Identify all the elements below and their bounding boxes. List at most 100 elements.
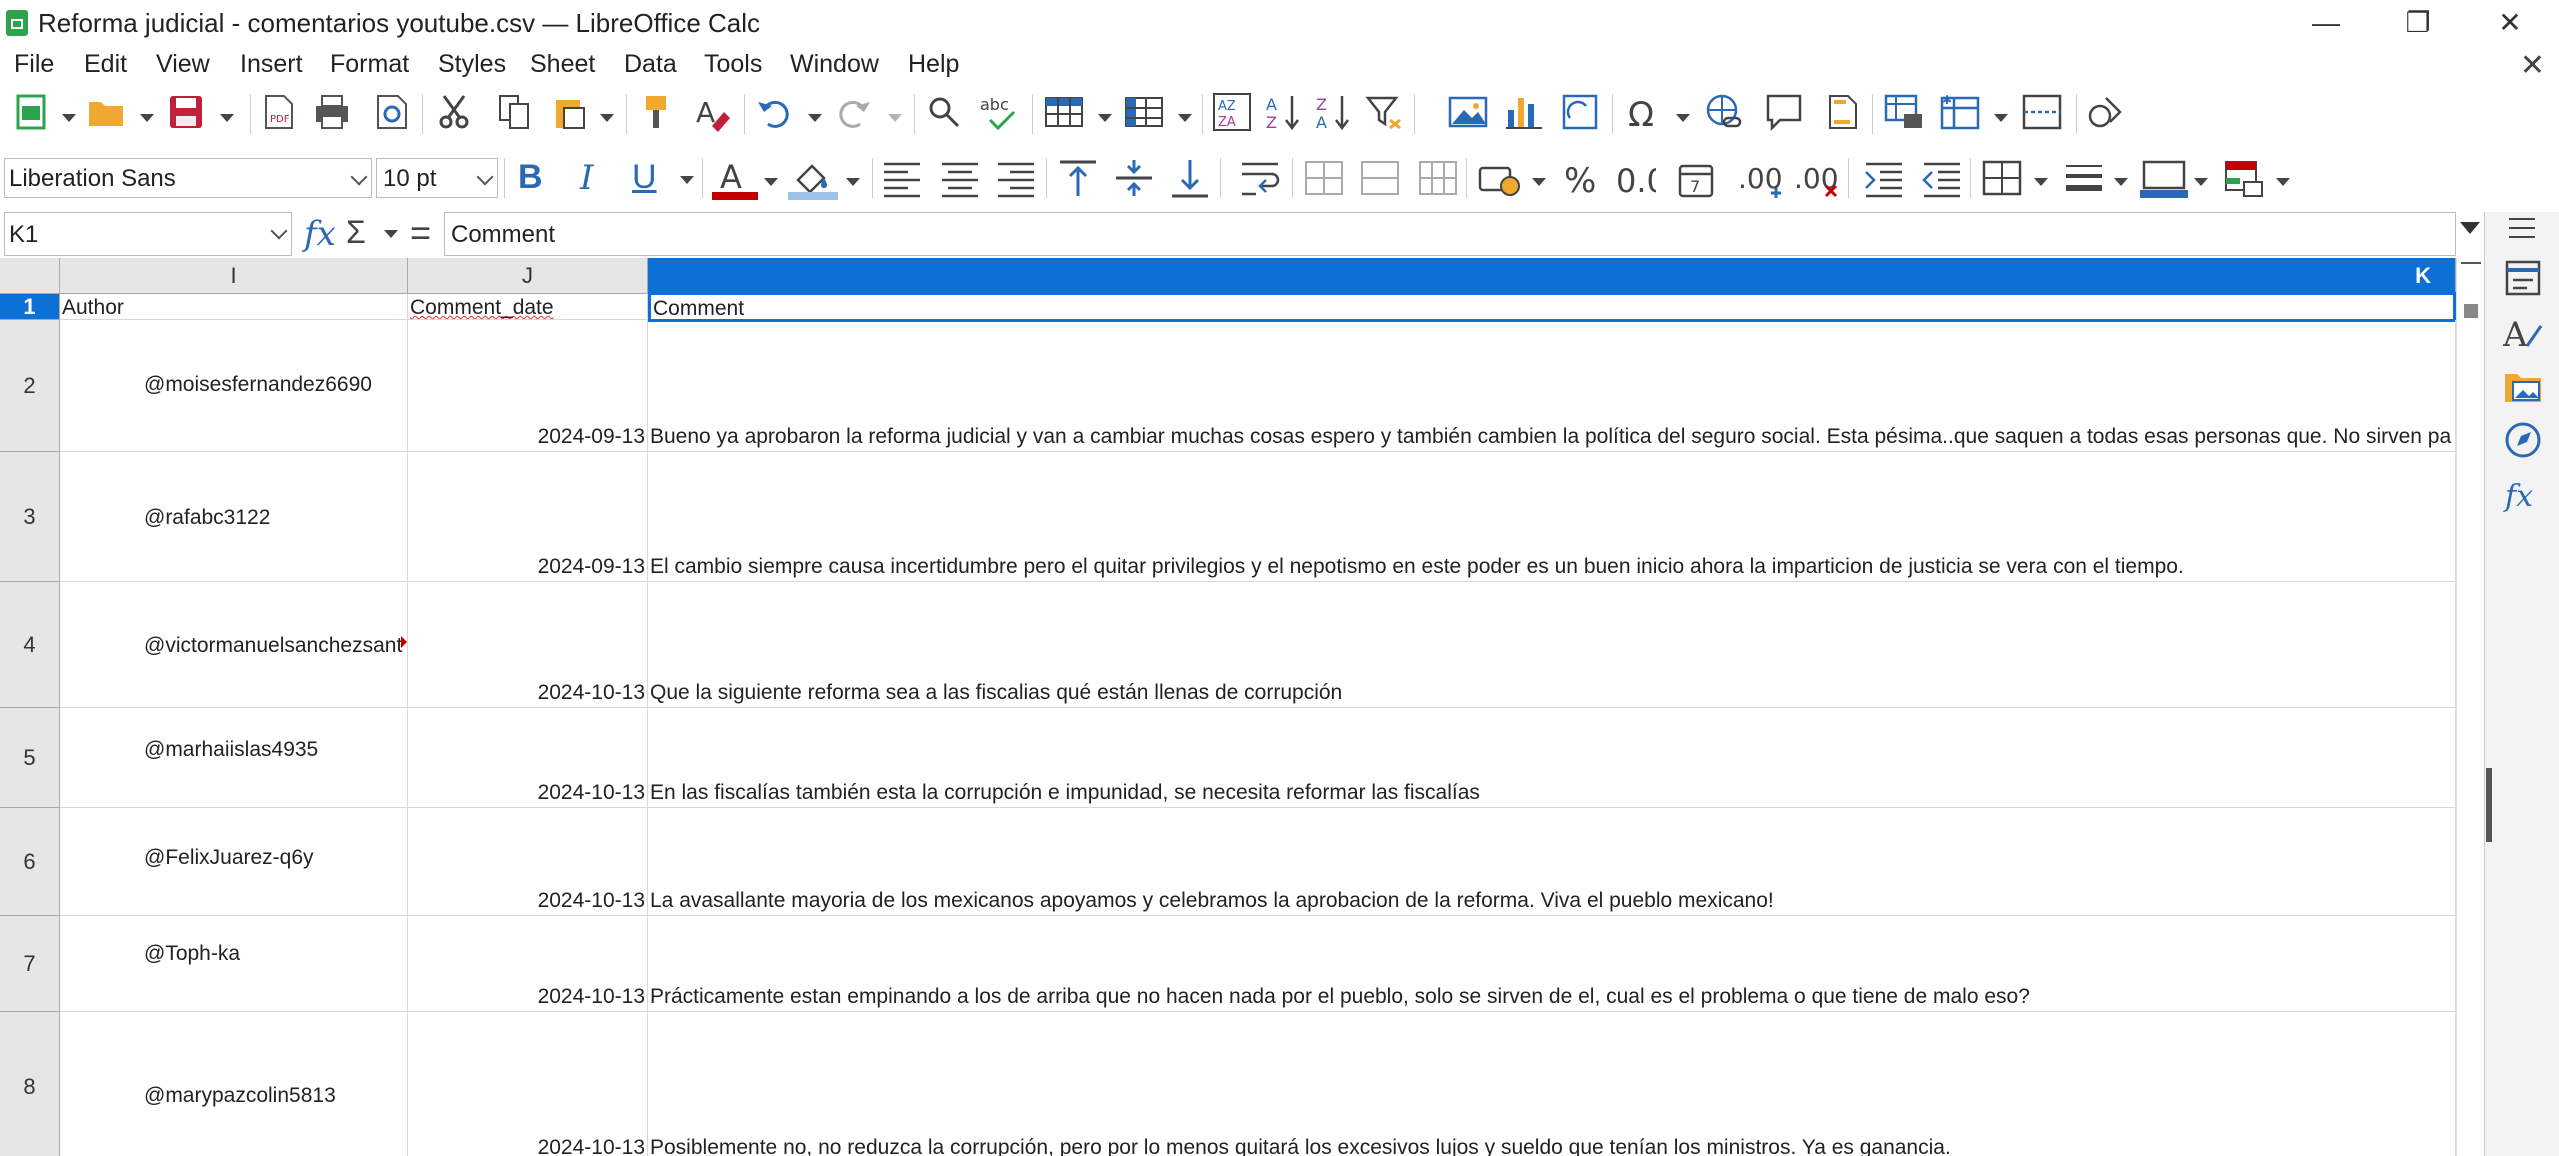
print-preview-icon[interactable] (372, 92, 412, 132)
row-header-6[interactable]: 6 (0, 808, 60, 916)
cell-i8[interactable]: @marypazcolin5813 (60, 1012, 408, 1156)
expand-formula-bar-icon[interactable] (2460, 222, 2480, 234)
row-icon[interactable] (1044, 92, 1084, 132)
menu-styles[interactable]: Styles (438, 50, 506, 79)
align-left-icon[interactable] (882, 158, 922, 198)
cell-i5[interactable]: @marhaiislas4935 (60, 708, 408, 808)
row-header-2[interactable]: 2 (0, 320, 60, 452)
column-icon[interactable] (1124, 92, 1164, 132)
currency-dropdown-icon[interactable] (1532, 178, 1546, 186)
merge-center-icon[interactable] (1304, 158, 1344, 198)
insert-chart-icon[interactable] (1504, 92, 1544, 132)
find-replace-icon[interactable] (924, 92, 964, 132)
undo-dropdown-icon[interactable] (808, 114, 822, 122)
cell-i1[interactable]: Author (60, 294, 408, 320)
conditional-format-icon[interactable] (2224, 158, 2264, 198)
align-bottom-icon[interactable] (1170, 158, 1210, 198)
sum-icon[interactable]: Σ (346, 214, 366, 251)
freeze-dropdown-icon[interactable] (1994, 114, 2008, 122)
autofilter-icon[interactable] (1364, 92, 1404, 132)
gallery-icon[interactable] (2503, 366, 2543, 406)
bold-button[interactable]: B (518, 158, 543, 197)
cell-j1[interactable]: Comment_date (408, 294, 648, 320)
open-folder-icon[interactable] (86, 92, 126, 132)
name-box[interactable]: K1 (4, 212, 292, 256)
menu-edit[interactable]: Edit (84, 50, 127, 79)
menu-window[interactable]: Window (790, 50, 879, 79)
delete-decimal-place-icon[interactable]: .00 (1794, 158, 1842, 198)
special-character-icon[interactable]: Ω (1626, 92, 1666, 132)
open-dropdown-icon[interactable] (140, 114, 154, 122)
decrease-indent-icon[interactable] (1922, 158, 1962, 198)
cell-k4[interactable]: Que la siguiente reforma sea a las fisca… (648, 582, 2456, 708)
borders-icon[interactable] (1982, 158, 2022, 198)
border-style-dropdown-icon[interactable] (2114, 178, 2128, 186)
sum-dropdown-icon[interactable] (384, 230, 398, 238)
menu-format[interactable]: Format (330, 50, 409, 79)
column-dropdown-icon[interactable] (1178, 114, 1192, 122)
close-document-icon[interactable]: ✕ (2520, 48, 2545, 83)
export-pdf-icon[interactable]: PDF (258, 92, 298, 132)
maximize-button[interactable]: ❐ (2388, 4, 2448, 42)
cell-i6[interactable]: @FelixJuarez-q6y (60, 808, 408, 916)
new-dropdown-icon[interactable] (62, 114, 76, 122)
cell-k2[interactable]: Bueno ya aprobaron la reforma judicial y… (648, 320, 2456, 452)
cell-i3[interactable]: @rafabc3122 (60, 452, 408, 582)
cell-k8[interactable]: Posiblemente no, no reduzca la corrupció… (648, 1012, 2456, 1156)
borders-dropdown-icon[interactable] (2034, 178, 2048, 186)
function-wizard-icon[interactable]: fx (304, 214, 336, 254)
cell-i4[interactable]: @victormanuelsanchezsant (60, 582, 408, 708)
sidebar-menu-icon[interactable] (2509, 218, 2535, 238)
sort-icon[interactable]: AZZA (1212, 92, 1252, 132)
increase-indent-icon[interactable] (1864, 158, 1904, 198)
insert-image-icon[interactable] (1448, 92, 1488, 132)
row-dropdown-icon[interactable] (1098, 114, 1112, 122)
highlight-dropdown-icon[interactable] (846, 178, 860, 186)
copy-icon[interactable] (494, 92, 534, 132)
split-window-icon[interactable] (2022, 92, 2062, 132)
save-icon[interactable] (166, 92, 206, 132)
spelling-icon[interactable]: abc (980, 92, 1020, 132)
vertical-scrollbar[interactable] (2456, 258, 2485, 1156)
navigator-icon[interactable] (2503, 420, 2543, 460)
undo-icon[interactable] (754, 92, 794, 132)
cell-k3[interactable]: El cambio siempre causa incertidumbre pe… (648, 452, 2456, 582)
freeze-rows-columns-icon[interactable]: ✱ (1940, 92, 1980, 132)
cut-icon[interactable] (434, 92, 474, 132)
clone-formatting-icon[interactable] (636, 92, 676, 132)
row-header-3[interactable]: 3 (0, 452, 60, 582)
new-document-icon[interactable] (12, 92, 52, 132)
cell-j5[interactable]: 2024-10-13 (408, 708, 648, 808)
cell-j8[interactable]: 2024-10-13 (408, 1012, 648, 1156)
date-format-icon[interactable]: 7 (1676, 158, 1716, 198)
styles-icon[interactable]: A (2503, 312, 2543, 352)
font-color-icon[interactable]: A (712, 156, 758, 202)
print-icon[interactable] (312, 92, 352, 132)
wrap-text-icon[interactable] (1240, 158, 1280, 198)
row-header-7[interactable]: 7 (0, 916, 60, 1012)
show-draw-functions-icon[interactable] (2086, 92, 2126, 132)
cell-j3[interactable]: 2024-09-13 (408, 452, 648, 582)
percent-format-icon[interactable]: % (1562, 158, 1602, 198)
special-character-dropdown-icon[interactable] (1676, 114, 1690, 122)
minimize-button[interactable]: — (2296, 4, 2356, 42)
cell-k7[interactable]: Prácticamente estan empinando a los de a… (648, 916, 2456, 1012)
border-color-icon[interactable] (2140, 158, 2188, 198)
align-right-icon[interactable] (996, 158, 1036, 198)
highlighting-color-icon[interactable] (788, 156, 838, 202)
row-header-8[interactable]: 8 (0, 1012, 60, 1156)
menu-tools[interactable]: Tools (704, 50, 762, 79)
scrollbar-thumb[interactable] (2464, 304, 2478, 318)
column-header-i[interactable]: I (60, 258, 408, 294)
functions-icon[interactable]: fx (2503, 474, 2543, 514)
cell-j2[interactable]: 2024-09-13 (408, 320, 648, 452)
underline-dropdown-icon[interactable] (680, 176, 694, 184)
menu-data[interactable]: Data (624, 50, 677, 79)
menu-file[interactable]: File (14, 50, 54, 79)
border-color-dropdown-icon[interactable] (2194, 178, 2208, 186)
chevron-down-icon[interactable] (270, 222, 288, 240)
formula-icon[interactable]: = (410, 212, 431, 254)
menu-view[interactable]: View (156, 50, 210, 79)
add-decimal-place-icon[interactable]: .00 (1738, 158, 1786, 198)
redo-icon[interactable] (834, 92, 874, 132)
